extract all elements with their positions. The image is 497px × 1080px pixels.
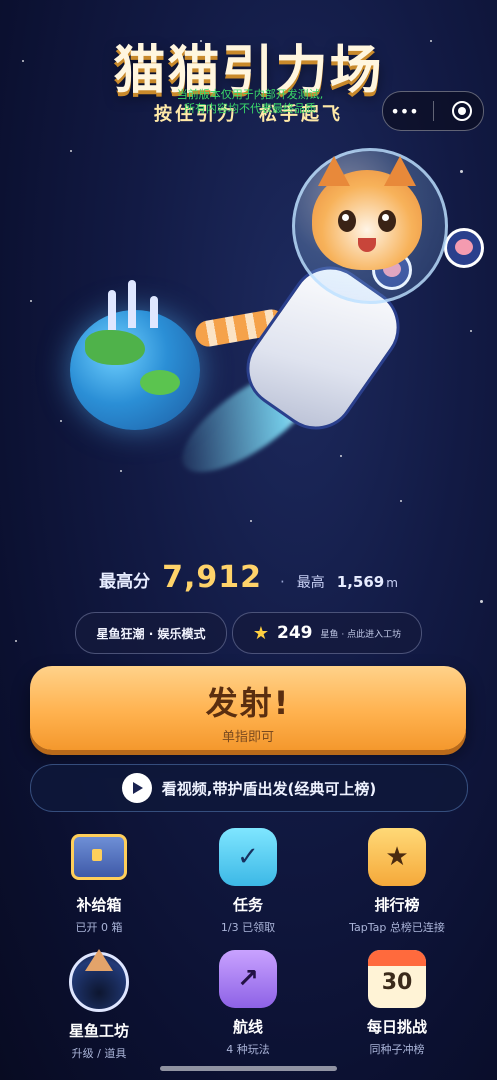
- launch-sublabel: 单指即可: [221, 730, 274, 745]
- play-icon: [121, 773, 152, 803]
- capsule-divider: [432, 101, 434, 121]
- menu-item-label: 任务: [232, 896, 263, 914]
- miniapp-capsule: •••: [382, 91, 484, 131]
- dev-notice-line1: 当前版本仅用于内部开发测试,: [176, 88, 324, 101]
- menu-item-label: 星鱼工坊: [68, 1022, 129, 1040]
- menu-item-label: 补给箱: [76, 896, 122, 914]
- distance-unit: m: [386, 576, 398, 590]
- mode-selector-pill[interactable]: 星鱼狂潮 · 娱乐模式: [75, 612, 227, 654]
- cat-helmet-icon: [69, 949, 129, 1012]
- target-close-icon[interactable]: [447, 96, 477, 126]
- best-distance-label: 最高: [296, 575, 325, 591]
- mode-label: 星鱼狂潮 · 娱乐模式: [96, 626, 206, 641]
- menu-leaderboard[interactable]: ★ 排行榜 TapTap 总榜已连接: [322, 828, 472, 935]
- dev-notice-line2: 所有内容均不代表最终品质: [184, 102, 316, 115]
- star-icon: ★: [252, 622, 270, 644]
- dev-notice: 当前版本仅用于内部开发测试, 所有内容均不代表最终品质: [130, 88, 370, 116]
- more-dots-icon[interactable]: •••: [390, 96, 420, 126]
- best-stats: 最高分 7,912 · 最高 1,569 m: [0, 560, 497, 595]
- best-distance-value: 1,569: [336, 573, 385, 591]
- menu-item-label: 航线: [232, 1018, 263, 1036]
- menu-item-sub: TapTap 总榜已连接: [349, 921, 445, 934]
- menu-item-sub: 1/3 已领取: [220, 921, 276, 934]
- menu-item-sub: 4 种玩法: [226, 1043, 270, 1056]
- watch-video-shield-button[interactable]: 看视频,带护盾出发(经典可上榜): [30, 764, 468, 812]
- menu-item-sub: 升级 / 道具: [71, 1047, 127, 1060]
- calendar-icon: 30: [368, 950, 426, 1008]
- calendar-day: 30: [381, 970, 413, 995]
- menu-item-sub: 同种子冲榜: [369, 1043, 425, 1056]
- cat-paw-right: [444, 228, 484, 268]
- stats-separator: ·: [279, 573, 285, 591]
- checkmark-icon: ✓: [219, 828, 277, 886]
- menu-tasks[interactable]: ✓ 任务 1/3 已领取: [173, 828, 323, 935]
- arrow-up-right-icon: ↗: [219, 950, 277, 1008]
- starfish-count: 249: [277, 623, 313, 643]
- treasure-chest-icon: [70, 828, 128, 886]
- star-badge-icon: ★: [368, 828, 426, 886]
- hero-illustration: [0, 140, 497, 540]
- best-score-label: 最高分: [99, 572, 151, 592]
- starfish-note: 星鱼 · 点此进入工坊: [320, 629, 402, 640]
- menu-daily-challenge[interactable]: 30 每日挑战 同种子冲榜: [322, 950, 472, 1057]
- menu-item-label: 每日挑战: [366, 1018, 427, 1036]
- launch-button[interactable]: 发射! 单指即可: [30, 666, 466, 750]
- menu-item-sub: 已开 0 箱: [75, 921, 123, 934]
- best-score-value: 7,912: [162, 560, 262, 595]
- menu-routes[interactable]: ↗ 航线 4 种玩法: [173, 950, 323, 1057]
- menu-item-label: 排行榜: [374, 896, 420, 914]
- menu-supply-box[interactable]: 补给箱 已开 0 箱: [24, 828, 174, 935]
- video-button-label: 看视频,带护盾出发(经典可上榜): [161, 779, 377, 798]
- floating-island-planet: [70, 280, 200, 430]
- menu-workshop[interactable]: 星鱼工坊 升级 / 道具: [24, 949, 174, 1061]
- launch-label: 发射!: [205, 684, 291, 722]
- starfish-currency-pill[interactable]: ★ 249 星鱼 · 点此进入工坊: [232, 612, 422, 654]
- home-indicator: [160, 1066, 337, 1071]
- astronaut-cat-head: [312, 156, 422, 270]
